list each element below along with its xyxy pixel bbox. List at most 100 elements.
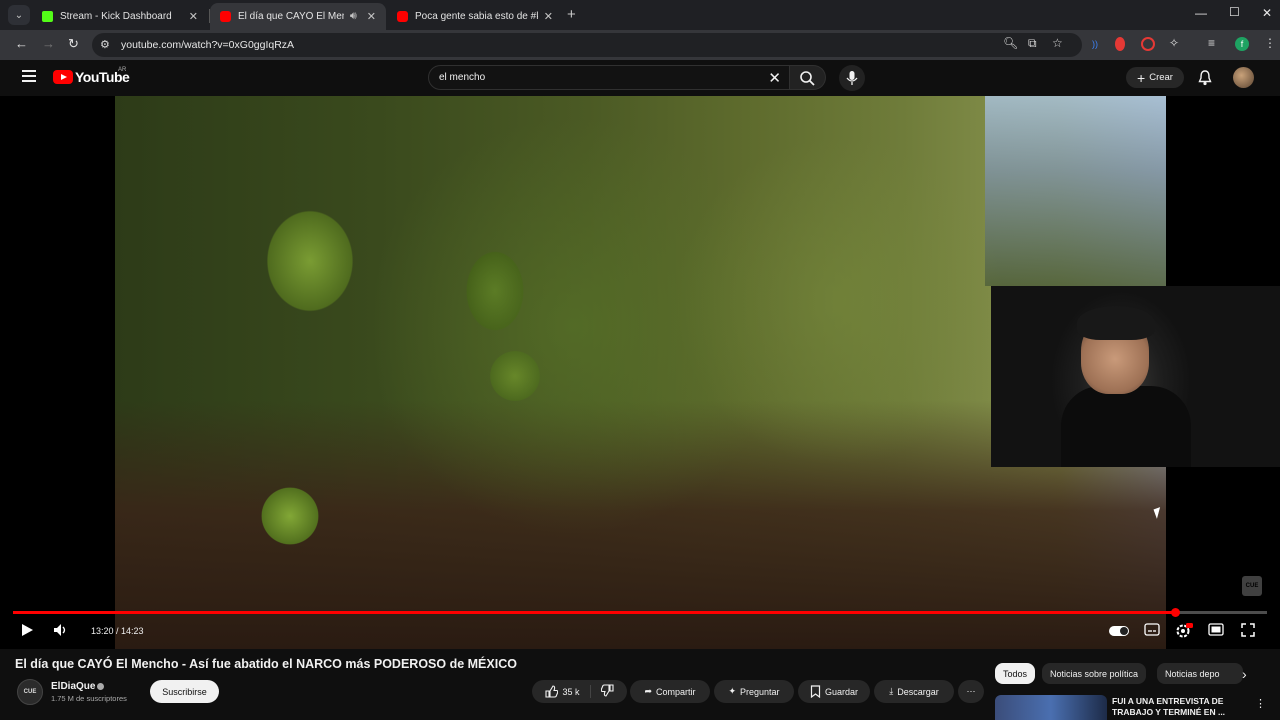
chip-politica[interactable]: Noticias sobre política (1042, 663, 1147, 684)
profile-icon[interactable]: f (1235, 37, 1249, 51)
account-avatar[interactable] (1233, 67, 1254, 88)
ask-button[interactable]: ✦ Preguntar (714, 680, 794, 703)
browser-tab-strip: ⌄ Stream - Kick Dashboard ✕ El día que C… (0, 0, 1280, 30)
channel-watermark[interactable]: CUE (1242, 576, 1262, 596)
kick-favicon-icon (42, 11, 53, 22)
webcam-person-hair (1077, 306, 1155, 340)
notifications-bell-icon[interactable] (1198, 70, 1212, 86)
chevron-right-icon[interactable]: › (1242, 666, 1247, 682)
create-button[interactable]: + Crear (1126, 67, 1184, 88)
tab-search-button[interactable]: ⌄ (8, 5, 30, 25)
clear-search-icon[interactable]: ✕ (768, 69, 781, 87)
country-code: AR (118, 67, 127, 73)
tab-youtube-short[interactable]: Poca gente sabia esto de #kai ✕ (387, 3, 563, 30)
search-input[interactable]: el mencho ✕ (428, 65, 790, 90)
save-label: Guardar (824, 686, 859, 697)
streamer-webcam-overlay (991, 286, 1280, 467)
site-info-icon[interactable]: ⚙ (100, 38, 110, 51)
channel-avatar[interactable]: CUE (17, 679, 43, 705)
volume-icon[interactable] (53, 623, 69, 637)
bookmark-icon (810, 685, 821, 698)
youtube-logo-icon[interactable] (53, 70, 73, 84)
close-tab-icon[interactable]: ✕ (367, 10, 376, 23)
tab-title: El día que CAYÓ El Mencho (238, 11, 344, 22)
video-background-mountain (985, 96, 1166, 286)
thumbs-down-icon (600, 684, 614, 697)
video-player[interactable]: CUE 13:20 / 14:23 (0, 96, 1280, 649)
more-dots-icon: ⋯ (966, 686, 976, 696)
search-icon (800, 71, 815, 86)
download-icon: ⤓ (889, 686, 894, 696)
dislike-button[interactable] (595, 684, 614, 699)
bookmark-star-icon[interactable]: ☆ (1052, 36, 1063, 50)
settings-gear-icon[interactable] (1175, 623, 1193, 639)
install-app-icon[interactable]: ⧉ (1028, 36, 1037, 51)
back-arrow-icon[interactable]: ← (15, 36, 28, 51)
reload-icon[interactable]: ↻ (68, 36, 79, 52)
progress-scrubber[interactable] (1171, 608, 1181, 617)
subtitles-icon[interactable] (1144, 623, 1160, 636)
speaker-icon[interactable]: 🔊︎ (350, 10, 357, 23)
sparkle-icon: ✦ (728, 686, 736, 696)
more-actions-button[interactable]: ⋯ (958, 680, 984, 703)
media-control-icon[interactable]: ≡ (1208, 36, 1215, 50)
save-button[interactable]: Guardar (798, 680, 870, 703)
forward-arrow-icon[interactable]: → (42, 36, 55, 51)
create-label: Crear (1149, 72, 1173, 83)
tab-youtube-active[interactable]: El día que CAYÓ El Mencho 🔊︎ ✕ (210, 3, 386, 30)
like-button[interactable]: 35 k (545, 685, 591, 698)
zoom-icon[interactable]: 🔍︎ (1003, 36, 1018, 50)
search-query[interactable]: el mencho (439, 72, 485, 83)
subscriber-count: 1.75 M de suscriptores (51, 694, 127, 703)
maximize-icon[interactable]: ☐ (1229, 5, 1240, 19)
subscribe-button[interactable]: Suscribirse (150, 680, 219, 703)
tab-title: Poca gente sabia esto de #kai (415, 11, 538, 22)
close-window-icon[interactable]: ✕ (1262, 6, 1272, 20)
search-button[interactable] (790, 65, 826, 90)
close-tab-icon[interactable]: ✕ (544, 10, 553, 23)
video-title: El día que CAYÓ El Mencho - Así fue abat… (15, 657, 517, 671)
video-foliage (675, 136, 1005, 466)
like-dislike-group: 35 k (532, 680, 627, 703)
thumbs-up-icon (545, 685, 559, 698)
new-tab-icon[interactable]: + (567, 6, 576, 23)
youtube-favicon-icon (220, 11, 231, 22)
autoplay-toggle[interactable] (1109, 626, 1129, 636)
chip-todos[interactable]: Todos (995, 663, 1036, 684)
menu-icon[interactable] (22, 70, 36, 85)
play-icon[interactable] (20, 623, 34, 637)
plus-icon: + (1137, 69, 1146, 86)
extension-record-icon[interactable] (1141, 37, 1155, 51)
recommended-video-title[interactable]: FUI A UNA ENTREVISTA DE TRABAJO Y TERMIN… (1112, 696, 1242, 718)
share-arrow-icon: ➦ (644, 686, 653, 696)
extension-red-icon[interactable] (1115, 37, 1125, 51)
extensions-puzzle-icon[interactable]: ✧ (1169, 36, 1179, 50)
channel-name[interactable]: ElDiaQue (51, 681, 95, 692)
download-button[interactable]: ⤓ Descargar (874, 680, 954, 703)
tab-title: Stream - Kick Dashboard (60, 11, 172, 22)
progress-played (13, 611, 1176, 614)
tab-divider (209, 9, 210, 23)
time-display: 13:20 / 14:23 (91, 626, 144, 636)
chip-deportes[interactable]: Noticias depo (1157, 663, 1243, 684)
url-text[interactable]: youtube.com/watch?v=0xG0ggIqRzA (121, 39, 294, 51)
share-label: Compartir (656, 686, 696, 697)
browser-toolbar: ← → ↻ ⚙ youtube.com/watch?v=0xG0ggIqRzA … (0, 30, 1280, 60)
like-count: 35 k (562, 686, 580, 697)
verified-badge-icon (97, 683, 104, 690)
tab-kick-dashboard[interactable]: Stream - Kick Dashboard ✕ (32, 3, 208, 30)
address-bar[interactable]: ⚙ youtube.com/watch?v=0xG0ggIqRzA (92, 33, 1082, 57)
browser-menu-icon[interactable]: ⋮ (1264, 36, 1276, 50)
minimize-icon[interactable]: — (1195, 6, 1207, 20)
theater-mode-icon[interactable] (1208, 623, 1224, 636)
close-tab-icon[interactable]: ✕ (189, 10, 198, 23)
progress-bar[interactable] (13, 608, 1267, 617)
chevron-down-icon: ⌄ (14, 9, 24, 21)
voice-search-button[interactable] (839, 65, 865, 91)
webcam-person-body (1061, 386, 1191, 467)
share-button[interactable]: ➦ Compartir (630, 680, 710, 703)
extension-audio-icon[interactable]: )) (1088, 37, 1102, 51)
more-vert-icon[interactable]: ⋮ (1255, 697, 1266, 710)
fullscreen-icon[interactable] (1241, 623, 1255, 637)
recommended-video-thumbnail[interactable] (995, 695, 1107, 720)
